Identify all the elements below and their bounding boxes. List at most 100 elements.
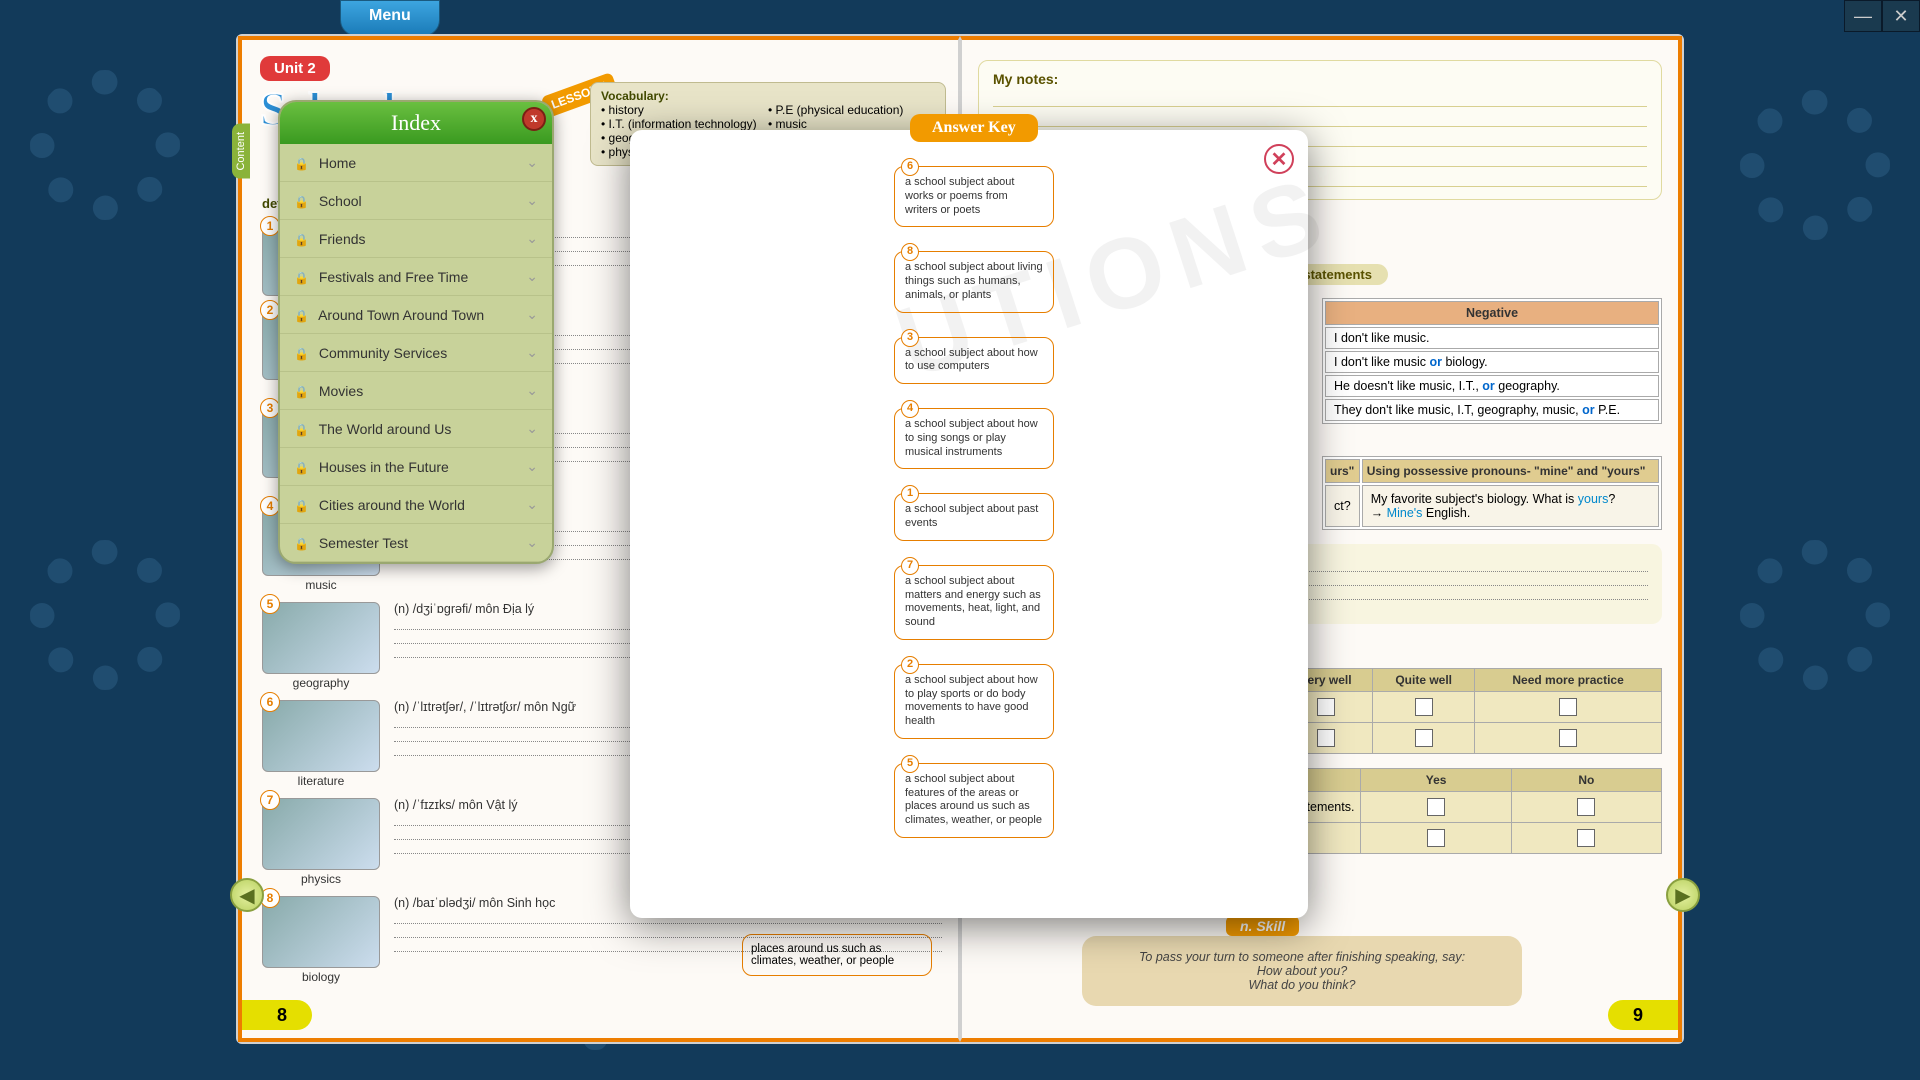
answer-number: 1 bbox=[901, 485, 919, 503]
yesno-col: Yes bbox=[1361, 769, 1511, 792]
subject-thumbnail bbox=[262, 896, 380, 968]
item-number: 4 bbox=[260, 496, 280, 516]
answer-number: 7 bbox=[901, 557, 919, 575]
lock-icon: 🔒 bbox=[294, 461, 309, 475]
item-number: 5 bbox=[260, 594, 280, 614]
index-item[interactable]: 🔒 Festivals and Free Time ⌄ bbox=[280, 258, 552, 296]
index-item[interactable]: 🔒 Friends ⌄ bbox=[280, 220, 552, 258]
subject-thumbnail bbox=[262, 798, 380, 870]
chevron-down-icon: ⌄ bbox=[526, 154, 538, 171]
subject-caption: literature bbox=[262, 774, 380, 788]
vocab-item: P.E (physical education) bbox=[768, 103, 935, 117]
neg-row: I don't like music. bbox=[1325, 327, 1659, 349]
chevron-down-icon: ⌄ bbox=[526, 458, 538, 475]
answer-box: 1a school subject about past events bbox=[894, 493, 1054, 541]
checkbox[interactable] bbox=[1427, 829, 1445, 847]
subject-thumbnail bbox=[262, 700, 380, 772]
checkbox[interactable] bbox=[1317, 729, 1335, 747]
subject-caption: biology bbox=[262, 970, 380, 984]
prev-page-button[interactable]: ◀ bbox=[230, 878, 264, 912]
index-item[interactable]: 🔒 Around Town Around Town ⌄ bbox=[280, 296, 552, 334]
chevron-down-icon: ⌄ bbox=[526, 192, 538, 209]
phonetic-text: (n) /ˈlɪtrətʃər/, /ˈlɪtrətʃʊr/ môn Ngữ bbox=[394, 700, 576, 714]
vocab-item: I.T. (information technology) bbox=[601, 117, 768, 131]
next-page-button[interactable]: ▶ bbox=[1666, 878, 1700, 912]
subject-caption: physics bbox=[262, 872, 380, 886]
checkbox[interactable] bbox=[1577, 829, 1595, 847]
minimize-button[interactable]: — bbox=[1844, 0, 1882, 32]
chevron-down-icon: ⌄ bbox=[526, 268, 538, 285]
def-box-visible: places around us such as climates, weath… bbox=[742, 934, 932, 976]
answer-number: 4 bbox=[901, 400, 919, 418]
index-title: Index x bbox=[280, 102, 552, 144]
answer-number: 8 bbox=[901, 243, 919, 261]
index-item[interactable]: 🔒 Community Services ⌄ bbox=[280, 334, 552, 372]
checkbox[interactable] bbox=[1415, 698, 1433, 716]
lock-icon: 🔒 bbox=[294, 157, 309, 171]
item-number: 6 bbox=[260, 692, 280, 712]
checkbox[interactable] bbox=[1415, 729, 1433, 747]
checkbox[interactable] bbox=[1317, 698, 1335, 716]
index-item[interactable]: 🔒 Semester Test ⌄ bbox=[280, 524, 552, 562]
subject-thumbnail bbox=[262, 602, 380, 674]
modal-close-button[interactable]: ✕ bbox=[1264, 144, 1294, 174]
item-number: 3 bbox=[260, 398, 280, 418]
lock-icon: 🔒 bbox=[294, 385, 309, 399]
checkbox[interactable] bbox=[1427, 798, 1445, 816]
subject-caption: geography bbox=[262, 676, 380, 690]
poss-head-right: Using possessive pronouns- "mine" and "y… bbox=[1362, 459, 1659, 483]
page-number-left: 8 bbox=[242, 1000, 312, 1030]
answer-box: 4a school subject about how to sing song… bbox=[894, 408, 1054, 469]
checkbox[interactable] bbox=[1577, 798, 1595, 816]
answer-number: 6 bbox=[901, 158, 919, 176]
answer-key-tab: Answer Key bbox=[910, 114, 1038, 142]
vocab-item: history bbox=[601, 103, 768, 117]
answer-box: 7a school subject about matters and ener… bbox=[894, 565, 1054, 640]
unit-badge: Unit 2 bbox=[260, 56, 330, 81]
lock-icon: 🔒 bbox=[294, 233, 309, 247]
lock-icon: 🔒 bbox=[294, 423, 309, 437]
lock-icon: 🔒 bbox=[294, 195, 309, 209]
subject-caption: music bbox=[262, 578, 380, 592]
chevron-down-icon: ⌄ bbox=[526, 382, 538, 399]
menu-button[interactable]: Menu bbox=[340, 0, 440, 36]
close-window-button[interactable]: ✕ bbox=[1882, 0, 1920, 32]
lock-icon: 🔒 bbox=[294, 347, 309, 361]
lock-icon: 🔒 bbox=[294, 537, 309, 551]
lock-icon: 🔒 bbox=[294, 309, 309, 323]
phonetic-text: (n) /ˈfɪzɪks/ môn Vật lý bbox=[394, 798, 518, 812]
chevron-down-icon: ⌄ bbox=[526, 306, 538, 323]
phonetic-text: (n) /dʒiˈɒɡrəfi/ môn Địa lý bbox=[394, 602, 534, 616]
index-item[interactable]: 🔒 Movies ⌄ bbox=[280, 372, 552, 410]
chevron-down-icon: ⌄ bbox=[526, 230, 538, 247]
index-item[interactable]: 🔒 School ⌄ bbox=[280, 182, 552, 220]
index-item[interactable]: 🔒 Cities around the World ⌄ bbox=[280, 486, 552, 524]
content-tab[interactable]: Content bbox=[232, 124, 250, 179]
index-item[interactable]: 🔒 The World around Us ⌄ bbox=[280, 410, 552, 448]
index-panel: Index x 🔒 Home ⌄🔒 School ⌄🔒 Friends ⌄🔒 F… bbox=[278, 100, 554, 564]
chevron-down-icon: ⌄ bbox=[526, 534, 538, 551]
neg-row: I don't like music or biology. bbox=[1325, 351, 1659, 373]
answer-key-modal: Answer Key ✕ UTIONS 6a school subject ab… bbox=[630, 130, 1308, 918]
answer-box: 8a school subject about living things su… bbox=[894, 251, 1054, 312]
answer-number: 5 bbox=[901, 755, 919, 773]
index-item[interactable]: 🔒 Houses in the Future ⌄ bbox=[280, 448, 552, 486]
checkbox[interactable] bbox=[1559, 698, 1577, 716]
answer-number: 2 bbox=[901, 656, 919, 674]
possessive-table: urs" Using possessive pronouns- "mine" a… bbox=[1322, 456, 1662, 530]
notes-title: My notes: bbox=[993, 71, 1647, 87]
checkbox[interactable] bbox=[1559, 729, 1577, 747]
phonetic-text: (n) /baɪˈɒlədʒi/ môn Sinh học bbox=[394, 896, 555, 910]
item-number: 2 bbox=[260, 300, 280, 320]
neg-row: He doesn't like music, I.T., or geograph… bbox=[1325, 375, 1659, 397]
index-item[interactable]: 🔒 Home ⌄ bbox=[280, 144, 552, 182]
poss-side: ct? bbox=[1325, 485, 1360, 527]
neg-header: Negative bbox=[1325, 301, 1659, 325]
answer-box: 3a school subject about how to use compu… bbox=[894, 337, 1054, 385]
item-number: 1 bbox=[260, 216, 280, 236]
answer-box: 5a school subject about features of the … bbox=[894, 763, 1054, 838]
answer-box: 2a school subject about how to play spor… bbox=[894, 664, 1054, 739]
index-close-button[interactable]: x bbox=[522, 107, 546, 131]
answer-number: 3 bbox=[901, 329, 919, 347]
poss-head-left: urs" bbox=[1325, 459, 1360, 483]
